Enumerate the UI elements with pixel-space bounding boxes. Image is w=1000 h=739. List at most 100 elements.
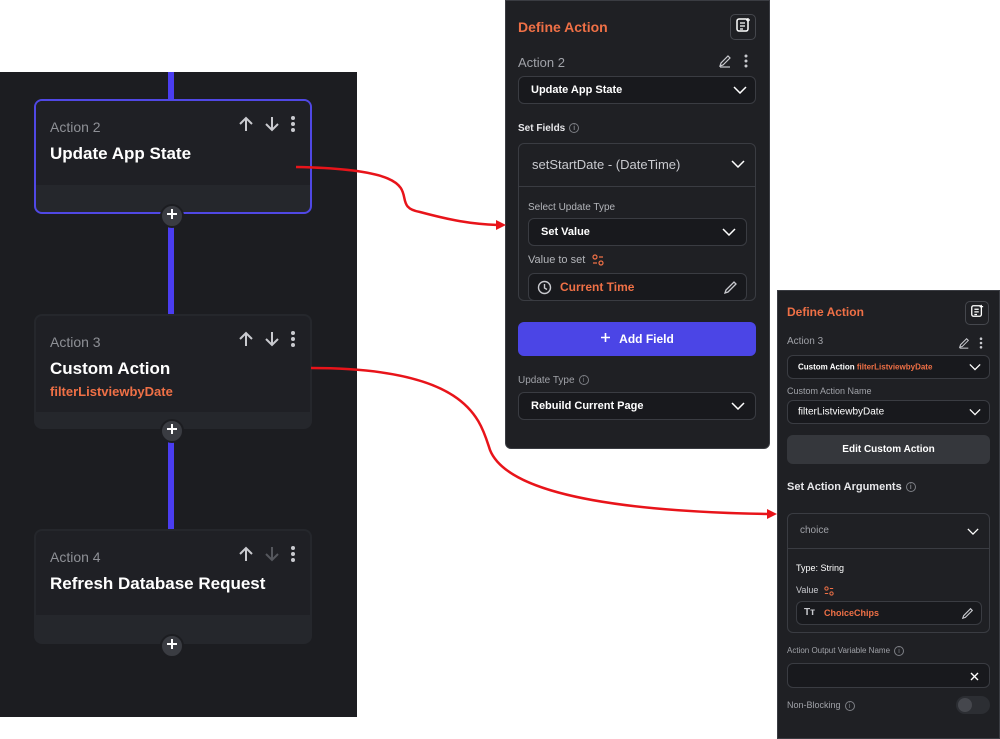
plus-icon bbox=[166, 637, 178, 655]
plus-icon bbox=[166, 422, 178, 440]
more-vertical-icon[interactable] bbox=[744, 54, 748, 73]
chevron-down-icon bbox=[969, 363, 981, 371]
action-flow-canvas: Action 2 Update App State Action 3 Custo… bbox=[0, 72, 357, 717]
value-to-set-label: Value to set bbox=[528, 254, 604, 266]
action-card-4[interactable]: Action 4 Refresh Database Request bbox=[34, 529, 312, 644]
update-type-dropdown[interactable]: Set Value bbox=[528, 218, 747, 246]
action-step-label: Action 3 bbox=[50, 334, 101, 350]
arrow-up-icon[interactable] bbox=[238, 115, 254, 133]
arrow-down-icon[interactable] bbox=[264, 115, 280, 133]
edit-icon[interactable] bbox=[718, 54, 732, 73]
field-name: setStartDate - (DateTime) bbox=[532, 157, 681, 172]
add-field-label: Add Field bbox=[619, 332, 674, 346]
action-title: Update App State bbox=[50, 144, 192, 163]
action-card-2[interactable]: Action 2 Update App State bbox=[34, 99, 312, 214]
action-library-button[interactable] bbox=[730, 14, 756, 40]
arrow-down-icon[interactable] bbox=[264, 330, 280, 348]
panel-title: Define Action bbox=[787, 305, 864, 319]
action-type-value: Custom Action filterListviewbyDate bbox=[798, 362, 933, 372]
chevron-down-icon bbox=[731, 402, 745, 410]
clock-icon bbox=[537, 280, 552, 295]
edit-custom-action-button[interactable]: Edit Custom Action bbox=[787, 435, 990, 464]
add-field-button[interactable]: Add Field bbox=[518, 322, 756, 356]
more-vertical-icon[interactable] bbox=[979, 336, 983, 354]
non-blocking-label: Non-Blocking i bbox=[787, 700, 855, 711]
chevron-down-icon bbox=[722, 228, 736, 236]
arrow-down-icon bbox=[264, 545, 280, 563]
update-type-value: Set Value bbox=[541, 226, 590, 238]
output-variable-input[interactable] bbox=[787, 663, 990, 688]
more-vertical-icon[interactable] bbox=[290, 115, 296, 133]
argument-value-field[interactable]: Tт ChoiceChips bbox=[796, 601, 982, 625]
add-action-button[interactable] bbox=[160, 419, 184, 443]
chevron-down-icon bbox=[969, 408, 981, 416]
custom-action-name-dropdown[interactable]: filterListviewbyDate bbox=[787, 400, 990, 424]
arrow-up-icon[interactable] bbox=[238, 330, 254, 348]
add-action-button[interactable] bbox=[160, 634, 184, 658]
more-vertical-icon[interactable] bbox=[290, 545, 296, 563]
action-step-label: Action 4 bbox=[50, 549, 101, 565]
flow-connector bbox=[168, 72, 174, 102]
argument-value-text: ChoiceChips bbox=[824, 608, 880, 618]
field-editor: setStartDate - (DateTime) Select Update … bbox=[518, 143, 756, 301]
action-library-button[interactable] bbox=[965, 301, 989, 325]
set-fields-label: Set Fields i bbox=[518, 123, 580, 134]
plus-icon bbox=[166, 207, 178, 225]
arrow-head bbox=[767, 509, 777, 519]
non-blocking-toggle[interactable] bbox=[956, 696, 990, 714]
action-label: Action 3 bbox=[787, 336, 824, 347]
notes-icon bbox=[970, 304, 984, 323]
action-subtitle: filterListviewbyDate bbox=[50, 384, 173, 399]
action-card-body bbox=[36, 531, 310, 615]
value-label: Value bbox=[796, 585, 834, 596]
rebuild-option-dropdown[interactable]: Rebuild Current Page bbox=[518, 392, 756, 420]
close-icon[interactable] bbox=[970, 672, 979, 681]
argument-header[interactable]: choice bbox=[788, 514, 989, 549]
add-action-button[interactable] bbox=[160, 204, 184, 228]
select-update-type-label: Select Update Type bbox=[528, 202, 616, 213]
flow-connector bbox=[168, 222, 174, 317]
notes-icon bbox=[735, 17, 751, 38]
text-type-icon: Tт bbox=[804, 607, 816, 618]
action-title: Custom Action bbox=[50, 359, 171, 378]
argument-type: Type: String bbox=[796, 563, 845, 573]
edit-icon[interactable] bbox=[961, 607, 974, 620]
variable-icon bbox=[592, 254, 604, 266]
plus-icon bbox=[600, 332, 611, 346]
toggle-knob bbox=[958, 698, 972, 712]
field-header[interactable]: setStartDate - (DateTime) bbox=[519, 144, 755, 187]
value-text: Current Time bbox=[560, 280, 635, 294]
custom-action-name-value: filterListviewbyDate bbox=[798, 406, 885, 418]
more-vertical-icon[interactable] bbox=[290, 330, 296, 348]
variable-icon bbox=[824, 585, 834, 596]
value-source-field[interactable]: Current Time bbox=[528, 273, 747, 301]
custom-action-name-label: Custom Action Name bbox=[787, 386, 872, 396]
update-type-label: Update Type i bbox=[518, 375, 589, 386]
output-variable-label: Action Output Variable Name i bbox=[787, 646, 905, 656]
argument-editor: choice Type: String Value Tт ChoiceChips bbox=[787, 513, 990, 633]
edit-icon[interactable] bbox=[723, 280, 738, 295]
action-card-3[interactable]: Action 3 Custom Action filterListviewbyD… bbox=[34, 314, 312, 429]
set-action-arguments-label: Set Action Arguments i bbox=[787, 481, 916, 493]
action-type-dropdown[interactable]: Custom Action filterListviewbyDate bbox=[787, 355, 990, 379]
info-icon: i bbox=[905, 482, 916, 493]
info-icon: i bbox=[569, 123, 580, 134]
argument-name: choice bbox=[800, 525, 829, 536]
rebuild-option-value: Rebuild Current Page bbox=[531, 400, 644, 412]
chevron-down-icon bbox=[967, 528, 979, 535]
arrow-up-icon[interactable] bbox=[238, 545, 254, 563]
action-label: Action 2 bbox=[518, 55, 565, 70]
info-icon: i bbox=[844, 700, 855, 711]
action-title: Refresh Database Request bbox=[50, 574, 266, 593]
chevron-down-icon bbox=[733, 86, 747, 94]
edit-icon[interactable] bbox=[958, 336, 970, 354]
action-type-dropdown[interactable]: Update App State bbox=[518, 76, 756, 104]
define-action-panel-custom-action: Define Action Action 3 Custom Action fil… bbox=[777, 290, 1000, 739]
info-icon: i bbox=[578, 375, 589, 386]
info-icon: i bbox=[894, 646, 905, 656]
action-card-body bbox=[36, 101, 310, 185]
chevron-down-icon bbox=[731, 160, 745, 168]
define-action-panel-update-app-state: Define Action Action 2 Update App State … bbox=[505, 0, 770, 449]
action-step-label: Action 2 bbox=[50, 119, 101, 135]
panel-title: Define Action bbox=[518, 19, 608, 35]
